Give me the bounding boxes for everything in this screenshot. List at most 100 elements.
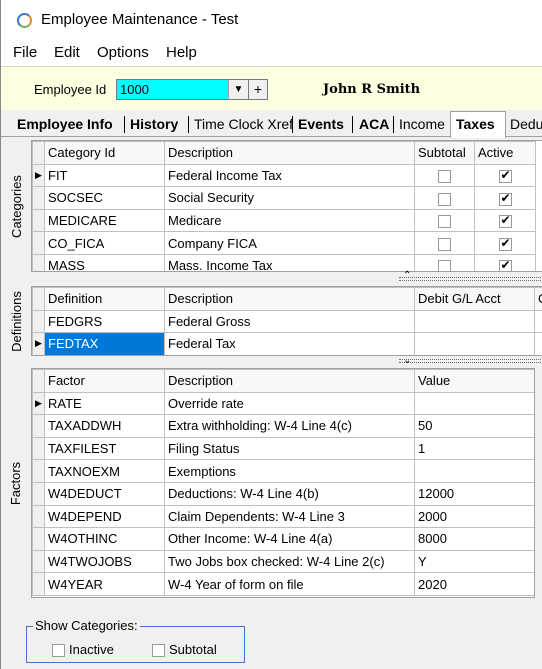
tab-deductions[interactable]: Deduc	[510, 116, 542, 132]
factor-id[interactable]: W4TWOJOBS	[44, 549, 165, 574]
factor-description[interactable]: W-4 Year of form on file	[164, 572, 415, 596]
header-category-id[interactable]: Category Id	[44, 141, 165, 165]
category-description[interactable]: Medicare	[164, 208, 415, 233]
tab-aca[interactable]: ACA	[359, 116, 389, 132]
menu-help[interactable]: Help	[166, 44, 197, 61]
menu-edit[interactable]: Edit	[54, 44, 80, 61]
factor-id[interactable]: TAXNOEXM	[44, 459, 165, 483]
subtotal-checkbox[interactable]	[438, 260, 451, 271]
header-definition[interactable]: Definition	[44, 287, 165, 311]
factor-description[interactable]: Other Income: W-4 Line 4(a)	[164, 527, 415, 551]
definition-description[interactable]: Federal Gross	[164, 309, 415, 334]
factor-id[interactable]: W4YEAR	[44, 572, 165, 596]
table-row[interactable]: W4TWOJOBS Two Jobs box checked: W-4 Line…	[32, 549, 534, 574]
factor-id[interactable]: TAXADDWH	[44, 414, 165, 438]
factor-value[interactable]	[414, 391, 534, 416]
menu-file[interactable]: File	[13, 44, 37, 61]
category-id[interactable]: SOCSEC	[44, 186, 165, 210]
header-factor[interactable]: Factor	[44, 369, 165, 393]
subtotal-checkbox[interactable]	[438, 215, 451, 229]
tab-events[interactable]: Events	[298, 116, 344, 132]
header-description[interactable]: Description	[164, 141, 415, 165]
table-row[interactable]: MASS Mass. Income Tax	[32, 253, 536, 271]
categories-splitter[interactable]: ⌃	[31, 270, 542, 284]
factor-value[interactable]	[414, 459, 534, 483]
factor-id[interactable]: TAXFILEST	[44, 436, 165, 461]
header-description[interactable]: Description	[164, 369, 415, 393]
active-checkbox[interactable]	[498, 213, 512, 229]
chevron-up-icon[interactable]: ⌃	[403, 270, 411, 281]
subtotal-checkbox[interactable]	[438, 169, 451, 183]
table-row[interactable]: ▶ FEDTAX Federal Tax	[32, 332, 542, 355]
checkbox-box[interactable]	[52, 644, 65, 658]
categories-grid[interactable]: Category Id Description Subtotal Active …	[31, 140, 542, 272]
factor-value[interactable]: 2000	[414, 504, 534, 529]
header-active[interactable]: Active	[474, 141, 536, 165]
active-checkbox[interactable]	[498, 191, 512, 206]
table-row[interactable]: FEDGRS Federal Gross	[32, 309, 542, 334]
table-row[interactable]: MEDICARE Medicare	[32, 208, 536, 233]
table-row[interactable]: W4YEAR W-4 Year of form on file 2020	[32, 572, 534, 596]
active-checkbox[interactable]	[498, 258, 512, 271]
tab-employee-info[interactable]: Employee Info	[17, 116, 113, 132]
factor-description[interactable]: Exemptions	[164, 459, 415, 483]
factor-description[interactable]: Claim Dependents: W-4 Line 3	[164, 504, 415, 529]
chevron-down-icon[interactable]: ⌄	[403, 355, 411, 366]
subtotal-filter-checkbox[interactable]: Subtotal	[152, 642, 217, 658]
category-id[interactable]: MASS	[44, 253, 165, 271]
factor-description[interactable]: Deductions: W-4 Line 4(b)	[164, 481, 415, 506]
subtotal-checkbox[interactable]	[438, 192, 451, 206]
table-row[interactable]: ▶ RATE Override rate	[32, 391, 534, 416]
factor-value[interactable]: 2020	[414, 572, 534, 596]
table-row[interactable]: ▶ FIT Federal Income Tax	[32, 163, 536, 188]
tab-taxes[interactable]: Taxes	[456, 116, 495, 132]
tab-history[interactable]: History	[130, 116, 178, 132]
factor-description[interactable]: Filing Status	[164, 436, 415, 461]
table-row[interactable]: SOCSEC Social Security	[32, 186, 536, 210]
category-description[interactable]: Federal Income Tax	[164, 163, 415, 188]
active-checkbox[interactable]	[498, 236, 512, 251]
table-row[interactable]: W4DEPEND Claim Dependents: W-4 Line 3 20…	[32, 504, 534, 529]
factor-id[interactable]: W4DEDUCT	[44, 481, 165, 506]
factor-id[interactable]: RATE	[44, 391, 165, 416]
header-debit-gl-acct[interactable]: Debit G/L Acct	[414, 287, 535, 311]
definition-description[interactable]: Federal Tax	[164, 332, 415, 355]
table-row[interactable]: TAXFILEST Filing Status 1	[32, 436, 534, 461]
factor-value[interactable]: 12000	[414, 481, 534, 506]
factor-id[interactable]: W4OTHINC	[44, 527, 165, 551]
header-credit-truncated[interactable]: C	[534, 287, 542, 311]
header-value[interactable]: Value	[414, 369, 534, 393]
factor-id[interactable]: W4DEPEND	[44, 504, 165, 529]
factor-description[interactable]: Override rate	[164, 391, 415, 416]
chevron-down-icon[interactable]: ▼	[228, 80, 248, 99]
active-checkbox[interactable]	[498, 168, 512, 183]
definitions-grid[interactable]: Definition Description Debit G/L Acct C …	[31, 286, 542, 356]
inactive-checkbox[interactable]: Inactive	[52, 642, 114, 658]
category-description[interactable]: Mass. Income Tax	[164, 253, 415, 271]
checkbox-box[interactable]	[152, 644, 165, 658]
category-id[interactable]: CO_FICA	[44, 231, 165, 255]
header-description[interactable]: Description	[164, 287, 415, 311]
factor-value[interactable]: Y	[414, 549, 534, 574]
category-description[interactable]: Social Security	[164, 186, 415, 210]
factor-value[interactable]: 50	[414, 414, 534, 438]
factor-description[interactable]: Two Jobs box checked: W-4 Line 2(c)	[164, 549, 415, 574]
tab-time-clock-xref[interactable]: Time Clock Xref	[194, 116, 293, 132]
factors-grid[interactable]: Factor Description Value ▶ RATE Override…	[31, 368, 535, 598]
table-row[interactable]: W4OTHINC Other Income: W-4 Line 4(a) 800…	[32, 527, 534, 551]
menu-options[interactable]: Options	[97, 44, 149, 61]
tab-income[interactable]: Income	[399, 116, 445, 132]
definitions-splitter[interactable]: ⌄	[31, 355, 542, 366]
header-subtotal[interactable]: Subtotal	[414, 141, 475, 165]
table-row[interactable]: CO_FICA Company FICA	[32, 231, 536, 255]
factor-description[interactable]: Extra withholding: W-4 Line 4(c)	[164, 414, 415, 438]
table-row[interactable]: TAXADDWH Extra withholding: W-4 Line 4(c…	[32, 414, 534, 438]
factor-value[interactable]: 1	[414, 436, 534, 461]
factor-value[interactable]: 8000	[414, 527, 534, 551]
category-id[interactable]: MEDICARE	[44, 208, 165, 233]
table-row[interactable]: TAXNOEXM Exemptions	[32, 459, 534, 483]
subtotal-checkbox[interactable]	[438, 237, 451, 251]
definition-id[interactable]: FEDTAX	[44, 332, 165, 355]
category-id[interactable]: FIT	[44, 163, 165, 188]
definition-id[interactable]: FEDGRS	[44, 309, 165, 334]
